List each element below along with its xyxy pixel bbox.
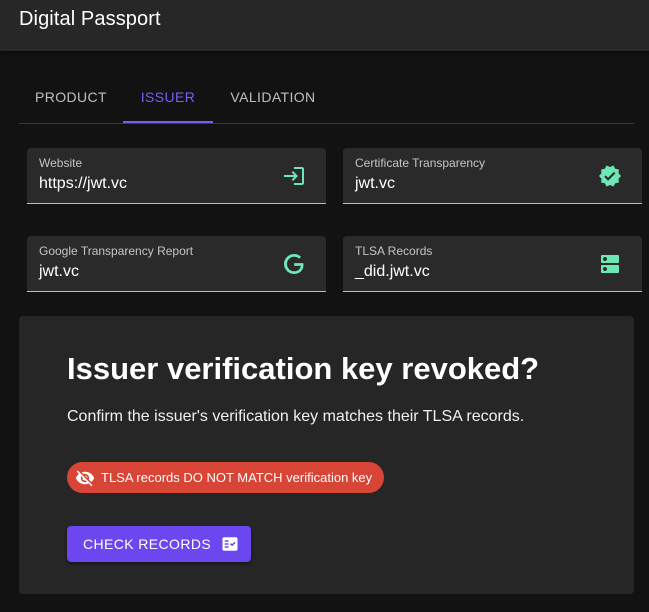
certificate-transparency-label: Certificate Transparency bbox=[355, 156, 486, 170]
visibility-off-icon bbox=[75, 470, 95, 487]
tlsa-mismatch-chip: TLSA records DO NOT MATCH verification k… bbox=[67, 462, 385, 493]
app-bar: Digital Passport bbox=[0, 0, 649, 51]
google-transparency-label: Google Transparency Report bbox=[39, 244, 194, 258]
issuer-verification-card: Issuer verification key revoked? Confirm… bbox=[19, 316, 634, 594]
google-icon[interactable] bbox=[282, 252, 306, 276]
app-title: Digital Passport bbox=[19, 8, 161, 30]
login-icon[interactable] bbox=[282, 164, 306, 188]
tlsa-records-label: TLSA Records bbox=[355, 244, 433, 258]
certificate-transparency-field[interactable]: Certificate Transparency jwt.vc bbox=[343, 148, 642, 204]
chip-label: TLSA records DO NOT MATCH verification k… bbox=[101, 470, 373, 485]
website-field[interactable]: Website https://jwt.vc bbox=[27, 148, 326, 204]
card-title: Issuer verification key revoked? bbox=[67, 351, 540, 386]
tlsa-records-value[interactable]: _did.jwt.vc bbox=[355, 263, 430, 281]
tab-issuer[interactable]: ISSUER bbox=[123, 72, 213, 123]
card-description: Confirm the issuer's verification key ma… bbox=[67, 408, 525, 425]
website-field-label: Website bbox=[39, 156, 83, 170]
tlsa-records-field[interactable]: TLSA Records _did.jwt.vc bbox=[343, 236, 642, 292]
check-records-label[interactable]: CHECK RECORDS bbox=[83, 526, 211, 562]
fact-check-icon[interactable] bbox=[221, 535, 239, 553]
verified-badge-icon[interactable] bbox=[598, 164, 622, 188]
certificate-transparency-value[interactable]: jwt.vc bbox=[355, 175, 395, 193]
tab-product[interactable]: PRODUCT bbox=[19, 72, 123, 123]
tab-bar: PRODUCT ISSUER VALIDATION bbox=[19, 72, 634, 124]
website-field-value[interactable]: https://jwt.vc bbox=[39, 175, 127, 193]
google-transparency-value[interactable]: jwt.vc bbox=[39, 263, 79, 281]
check-records-button[interactable]: CHECK RECORDS bbox=[67, 526, 251, 562]
tab-validation[interactable]: VALIDATION bbox=[213, 72, 333, 123]
google-transparency-field[interactable]: Google Transparency Report jwt.vc bbox=[27, 236, 326, 292]
dns-server-icon[interactable] bbox=[598, 252, 622, 276]
active-tab-indicator bbox=[123, 121, 213, 123]
